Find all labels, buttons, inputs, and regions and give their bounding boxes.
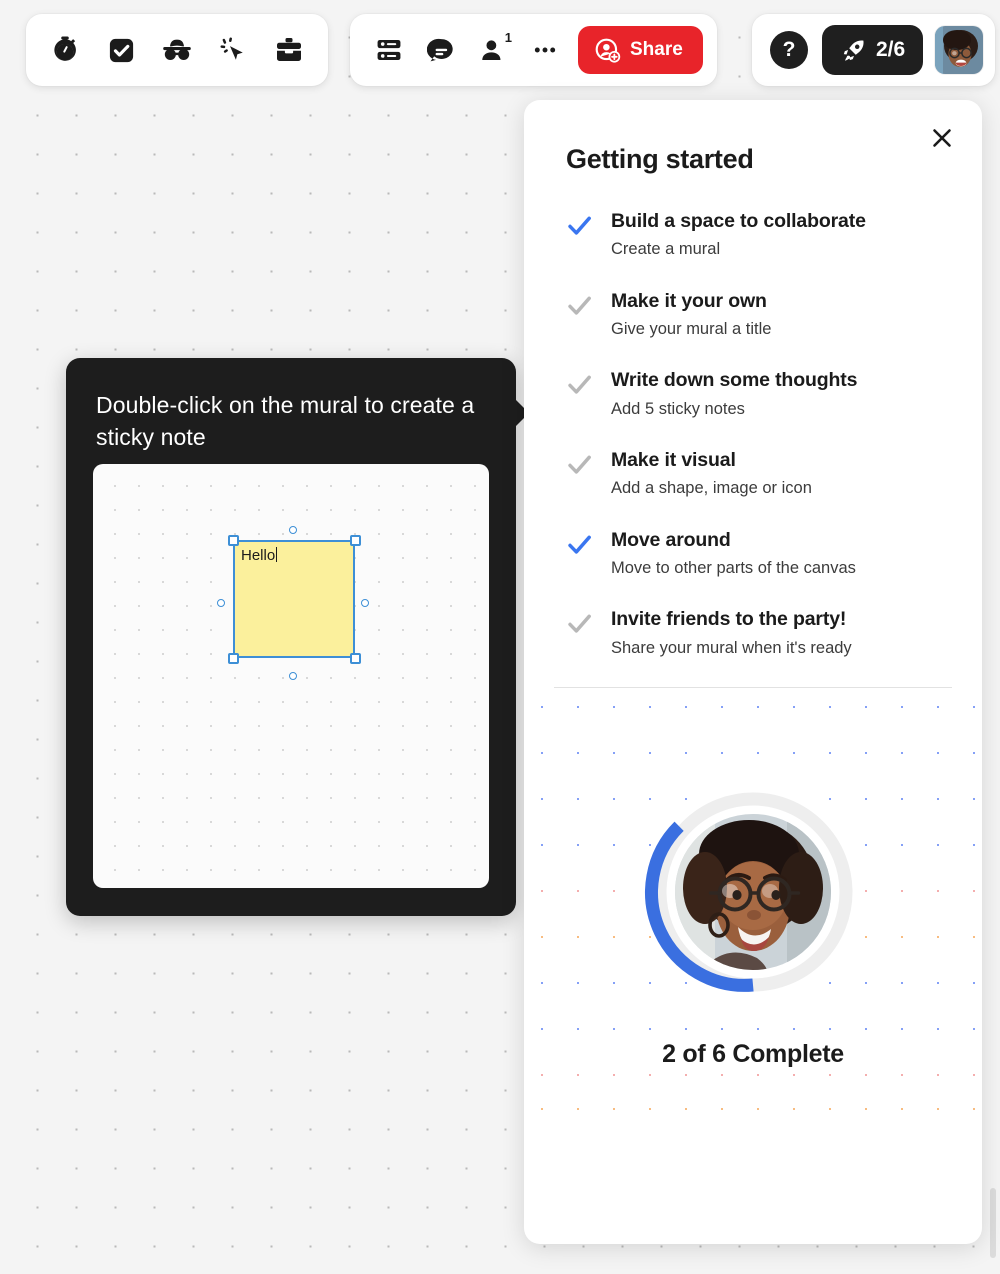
- check-icon-todo: [566, 451, 593, 483]
- sticky-note[interactable]: Hello: [233, 540, 355, 658]
- celebrate-click-icon[interactable]: [208, 25, 258, 75]
- resize-handle-top-right[interactable]: [350, 535, 361, 546]
- toolbar-left: [26, 14, 328, 86]
- checklist-item-move-around[interactable]: Move around Move to other parts of the c…: [566, 528, 954, 580]
- progress-avatar: [675, 813, 831, 970]
- checklist-item-invite-friends[interactable]: Invite friends to the party! Share your …: [566, 607, 954, 659]
- checklist-item-subtitle: Share your mural when it's ready: [611, 638, 852, 657]
- checklist-item-make-it-visual[interactable]: Make it visual Add a shape, image or ico…: [566, 448, 954, 500]
- check-icon-todo: [566, 371, 593, 403]
- check-icon-todo: [566, 292, 593, 324]
- help-icon[interactable]: ?: [770, 31, 808, 69]
- resize-handle-top[interactable]: [289, 526, 297, 534]
- rocket-icon: [843, 39, 864, 61]
- help-label: ?: [782, 38, 796, 61]
- toolbar-right: ? 2/6: [752, 14, 996, 86]
- check-icon-done: [566, 212, 593, 244]
- decorative-dots: [524, 751, 982, 754]
- share-label: Share: [630, 39, 683, 60]
- checklist-item-make-it-your-own[interactable]: Make it your own Give your mural a title: [566, 289, 954, 341]
- resize-handle-left[interactable]: [217, 599, 225, 607]
- checklist-item-title: Move around: [611, 528, 731, 551]
- canvas-scrollbar[interactable]: [990, 1188, 996, 1258]
- page-title: Getting started: [566, 144, 754, 174]
- resize-handle-bottom-right[interactable]: [350, 653, 361, 664]
- getting-started-panel: Getting started Build a space to collabo…: [524, 100, 982, 1244]
- checklist-item-subtitle: Give your mural a title: [611, 320, 772, 339]
- close-icon[interactable]: [926, 122, 958, 154]
- progress-pill-label: 2/6: [876, 38, 906, 61]
- resize-handle-bottom[interactable]: [289, 672, 297, 680]
- resize-handle-top-left[interactable]: [228, 535, 239, 546]
- private-mode-icon[interactable]: [152, 25, 202, 75]
- onboarding-checklist: Build a space to collaborate Create a mu…: [524, 175, 982, 659]
- checklist-item-subtitle: Move to other parts of the canvas: [611, 558, 856, 577]
- coach-tooltip: Double-click on the mural to create a st…: [66, 358, 529, 916]
- resize-handle-right[interactable]: [361, 599, 369, 607]
- participants-icon[interactable]: 1: [468, 25, 518, 75]
- check-icon-done: [566, 531, 593, 563]
- coach-tooltip-text: Double-click on the mural to create a st…: [96, 392, 475, 450]
- checklist-item-title: Build a space to collaborate: [611, 210, 866, 232]
- outline-icon[interactable]: [364, 25, 414, 75]
- sticky-note-text: Hello: [241, 547, 276, 564]
- chat-icon[interactable]: [416, 25, 466, 75]
- checklist-item-title: Invite friends to the party!: [611, 608, 847, 631]
- share-button[interactable]: Share: [578, 26, 703, 74]
- coach-preview-canvas: Hello: [93, 464, 489, 888]
- vote-icon[interactable]: [96, 25, 146, 75]
- checklist-item-build-space[interactable]: Build a space to collaborate Create a mu…: [566, 209, 954, 261]
- toolkit-icon[interactable]: [264, 25, 314, 75]
- checklist-item-title: Make it visual: [611, 448, 736, 471]
- progress-section: 2 of 6 Complete: [524, 688, 982, 1150]
- progress-ring: [635, 774, 871, 1010]
- decorative-dots: [524, 1027, 982, 1030]
- decorative-dots: [524, 705, 982, 708]
- decorative-dots: [524, 1107, 982, 1110]
- toolbar-middle: 1 Share: [350, 14, 717, 86]
- checklist-item-subtitle: Create a mural: [611, 240, 721, 259]
- onboarding-progress-pill[interactable]: 2/6: [822, 25, 924, 75]
- resize-handle-bottom-left[interactable]: [228, 653, 239, 664]
- timer-icon[interactable]: [40, 25, 90, 75]
- decorative-dots: [524, 1073, 982, 1076]
- checklist-item-title: Write down some thoughts: [611, 369, 858, 392]
- toolbar-avatar[interactable]: [935, 26, 984, 74]
- checklist-item-title: Make it your own: [611, 289, 767, 312]
- more-options-icon[interactable]: [520, 25, 570, 75]
- checklist-item-write-thoughts[interactable]: Write down some thoughts Add 5 sticky no…: [566, 368, 954, 420]
- text-caret: [276, 547, 278, 562]
- participants-count: 1: [504, 30, 512, 45]
- checklist-item-subtitle: Add 5 sticky notes: [611, 399, 745, 418]
- checklist-item-subtitle: Add a shape, image or icon: [611, 479, 812, 498]
- progress-label: 2 of 6 Complete: [662, 1039, 844, 1068]
- check-icon-todo: [566, 610, 593, 642]
